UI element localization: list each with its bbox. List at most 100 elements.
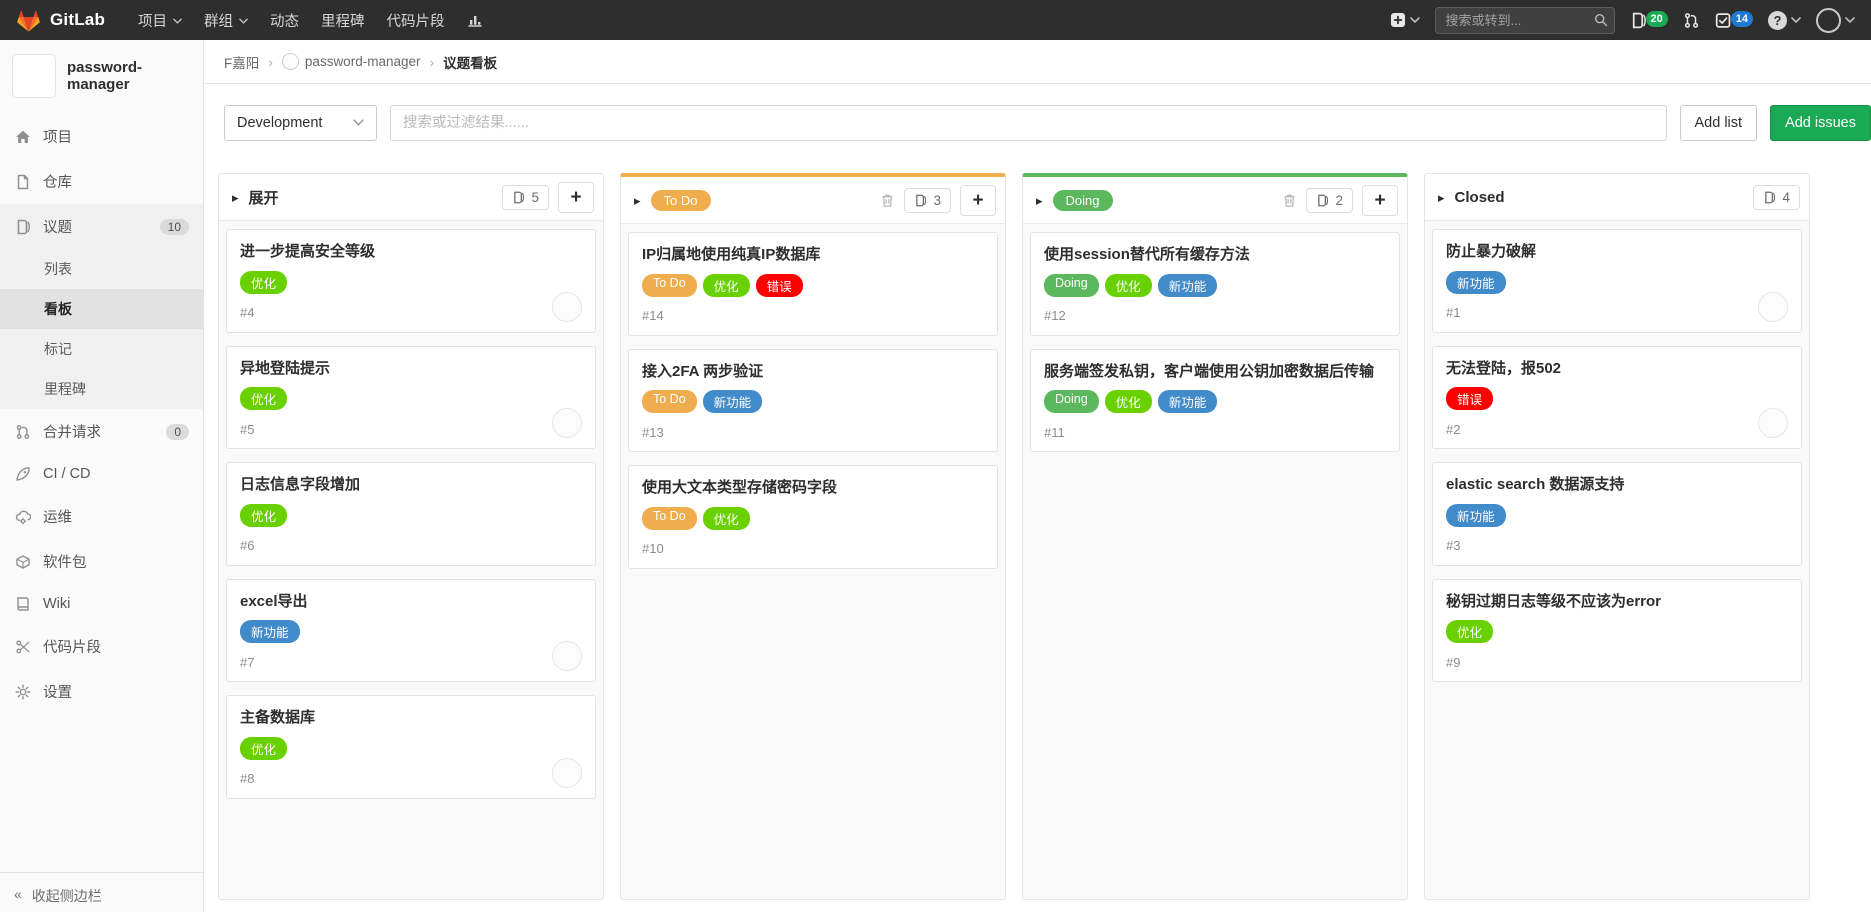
issue-label-pill[interactable]: 新功能 <box>1446 271 1506 294</box>
issue-card[interactable]: 主备数据库优化#8 <box>226 695 596 799</box>
issue-card[interactable]: 异地登陆提示优化#5 <box>226 346 596 450</box>
caret-right-icon[interactable]: ▸ <box>634 194 641 207</box>
issue-label-pill[interactable]: 新功能 <box>1158 274 1218 297</box>
sidebar-item-设置[interactable]: 设置 <box>0 669 203 714</box>
issue-card-title[interactable]: 进一步提高安全等级 <box>240 242 582 262</box>
issue-card[interactable]: excel导出新功能#7 <box>226 579 596 683</box>
sidebar-item-运维[interactable]: 运维 <box>0 494 203 539</box>
navbar-menu-item[interactable]: 里程碑 <box>310 0 376 40</box>
issue-card-title[interactable]: 使用大文本类型存储密码字段 <box>642 478 984 498</box>
sidebar-item-标记[interactable]: 标记 <box>0 329 203 369</box>
add-issue-to-list-button[interactable]: + <box>558 182 594 213</box>
global-search-input[interactable] <box>1435 7 1615 34</box>
issue-label-pill[interactable]: 优化 <box>1446 620 1493 643</box>
issue-card[interactable]: 无法登陆，报502错误#2 <box>1432 346 1802 450</box>
delete-list-icon[interactable] <box>880 193 895 208</box>
issue-label-pill[interactable]: To Do <box>642 390 697 413</box>
issue-label-pill[interactable]: 错误 <box>1446 387 1493 410</box>
issue-card[interactable]: 秘钥过期日志等级不应该为error优化#9 <box>1432 579 1802 683</box>
navbar-menu-item[interactable]: 群组 <box>193 0 259 40</box>
issue-card-title[interactable]: excel导出 <box>240 592 582 612</box>
board-switcher-select[interactable]: Development <box>224 105 377 141</box>
issue-label-pill[interactable]: 新功能 <box>1446 504 1506 527</box>
issue-label-pill[interactable]: 优化 <box>240 387 287 410</box>
sidebar-item-代码片段[interactable]: 代码片段 <box>0 624 203 669</box>
issue-label-pill[interactable]: 优化 <box>703 274 750 297</box>
issue-card-title[interactable]: 日志信息字段增加 <box>240 475 582 495</box>
issue-card-title[interactable]: 使用session替代所有缓存方法 <box>1044 245 1386 265</box>
add-list-button[interactable]: Add list <box>1680 105 1758 141</box>
board-filter-input[interactable] <box>390 105 1667 141</box>
delete-list-icon[interactable] <box>1282 193 1297 208</box>
caret-right-icon[interactable]: ▸ <box>232 191 239 204</box>
issue-card-title[interactable]: 主备数据库 <box>240 708 582 728</box>
issue-label-pill[interactable]: Doing <box>1044 390 1099 413</box>
issue-card-title[interactable]: 秘钥过期日志等级不应该为error <box>1446 592 1788 612</box>
issue-label-pill[interactable]: 优化 <box>240 504 287 527</box>
issue-label-pill[interactable]: To Do <box>642 507 697 530</box>
navbar-merge-requests-button[interactable] <box>1683 12 1700 29</box>
charts-menu-item[interactable] <box>456 0 494 40</box>
column-label-pill[interactable]: To Do <box>651 190 711 211</box>
new-menu-button[interactable] <box>1390 12 1420 28</box>
add-issue-to-list-button[interactable]: + <box>960 185 996 216</box>
issue-label-pill[interactable]: 优化 <box>703 507 750 530</box>
issue-label-pill[interactable]: 优化 <box>1105 274 1152 297</box>
issue-label-pill[interactable]: 优化 <box>1105 390 1152 413</box>
issue-card[interactable]: 防止暴力破解新功能#1 <box>1432 229 1802 333</box>
sidebar-item-软件包[interactable]: 软件包 <box>0 539 203 584</box>
issue-card-title[interactable]: IP归属地使用纯真IP数据库 <box>642 245 984 265</box>
navbar-menu-item[interactable]: 项目 <box>127 0 193 40</box>
sidebar-item-仓库[interactable]: 仓库 <box>0 159 203 204</box>
navbar-menu-item[interactable]: 动态 <box>259 0 310 40</box>
navbar-issues-button[interactable]: 20 <box>1630 12 1668 29</box>
sidebar-item-Wiki[interactable]: Wiki <box>0 584 203 624</box>
issue-card[interactable]: 进一步提高安全等级优化#4 <box>226 229 596 333</box>
issue-label-pill[interactable]: 新功能 <box>703 390 763 413</box>
issue-card[interactable]: 接入2FA 两步验证To Do新功能#13 <box>628 349 998 453</box>
sidebar-item-列表[interactable]: 列表 <box>0 249 203 289</box>
issue-count-value: 5 <box>531 190 539 205</box>
add-issue-to-list-button[interactable]: + <box>1362 185 1398 216</box>
issue-card[interactable]: IP归属地使用纯真IP数据库To Do优化错误#14 <box>628 232 998 336</box>
caret-right-icon[interactable]: ▸ <box>1036 194 1043 207</box>
add-issues-button[interactable]: Add issues <box>1770 105 1871 141</box>
issue-label-pill[interactable]: 错误 <box>756 274 803 297</box>
issue-label-pill[interactable]: 新功能 <box>1158 390 1218 413</box>
navbar-menu-item[interactable]: 代码片段 <box>376 0 456 40</box>
collapse-sidebar-button[interactable]: « 收起侧边栏 <box>0 872 203 912</box>
issue-card[interactable]: elastic search 数据源支持新功能#3 <box>1432 462 1802 566</box>
column-title: Closed <box>1455 189 1505 206</box>
issue-card[interactable]: 使用大文本类型存储密码字段To Do优化#10 <box>628 465 998 569</box>
issue-card-title[interactable]: 无法登陆，报502 <box>1446 359 1788 379</box>
gitlab-logo[interactable]: GitLab <box>16 8 105 33</box>
issue-card-title[interactable]: 服务端签发私钥，客户端使用公钥加密数据后传输 <box>1044 362 1386 382</box>
issue-card-title[interactable]: 异地登陆提示 <box>240 359 582 379</box>
help-menu-button[interactable]: ? <box>1768 11 1801 30</box>
issue-card[interactable]: 日志信息字段增加优化#6 <box>226 462 596 566</box>
issue-card-title[interactable]: 接入2FA 两步验证 <box>642 362 984 382</box>
breadcrumb-project-link[interactable]: password-manager <box>282 53 421 70</box>
sidebar-item-CI / CD[interactable]: CI / CD <box>0 454 203 494</box>
issue-label-pill[interactable]: 优化 <box>240 737 287 760</box>
issue-card-title[interactable]: elastic search 数据源支持 <box>1446 475 1788 495</box>
issue-card[interactable]: 服务端签发私钥，客户端使用公钥加密数据后传输Doing优化新功能#11 <box>1030 349 1400 453</box>
issue-card[interactable]: 使用session替代所有缓存方法Doing优化新功能#12 <box>1030 232 1400 336</box>
sidebar-item-议题[interactable]: 议题10 <box>0 204 203 249</box>
breadcrumb-group-link[interactable]: F嘉阳 <box>224 52 259 72</box>
issue-label-pill[interactable]: 优化 <box>240 271 287 294</box>
issue-label-pill[interactable]: To Do <box>642 274 697 297</box>
navbar-todos-button[interactable]: 14 <box>1715 12 1753 29</box>
sidebar-item-看板[interactable]: 看板 <box>0 289 203 329</box>
caret-right-icon[interactable]: ▸ <box>1438 191 1445 204</box>
issue-label-pill[interactable]: 新功能 <box>240 620 300 643</box>
sidebar-item-合并请求[interactable]: 合并请求0 <box>0 409 203 454</box>
sidebar-project-context[interactable]: password-manager <box>0 40 203 114</box>
sidebar-item-里程碑[interactable]: 里程碑 <box>0 369 203 409</box>
issue-card-title[interactable]: 防止暴力破解 <box>1446 242 1788 262</box>
column-label-pill[interactable]: Doing <box>1053 190 1113 211</box>
project-avatar-small <box>282 53 299 70</box>
sidebar-item-项目[interactable]: 项目 <box>0 114 203 159</box>
user-menu-button[interactable] <box>1816 8 1855 33</box>
issue-label-pill[interactable]: Doing <box>1044 274 1099 297</box>
